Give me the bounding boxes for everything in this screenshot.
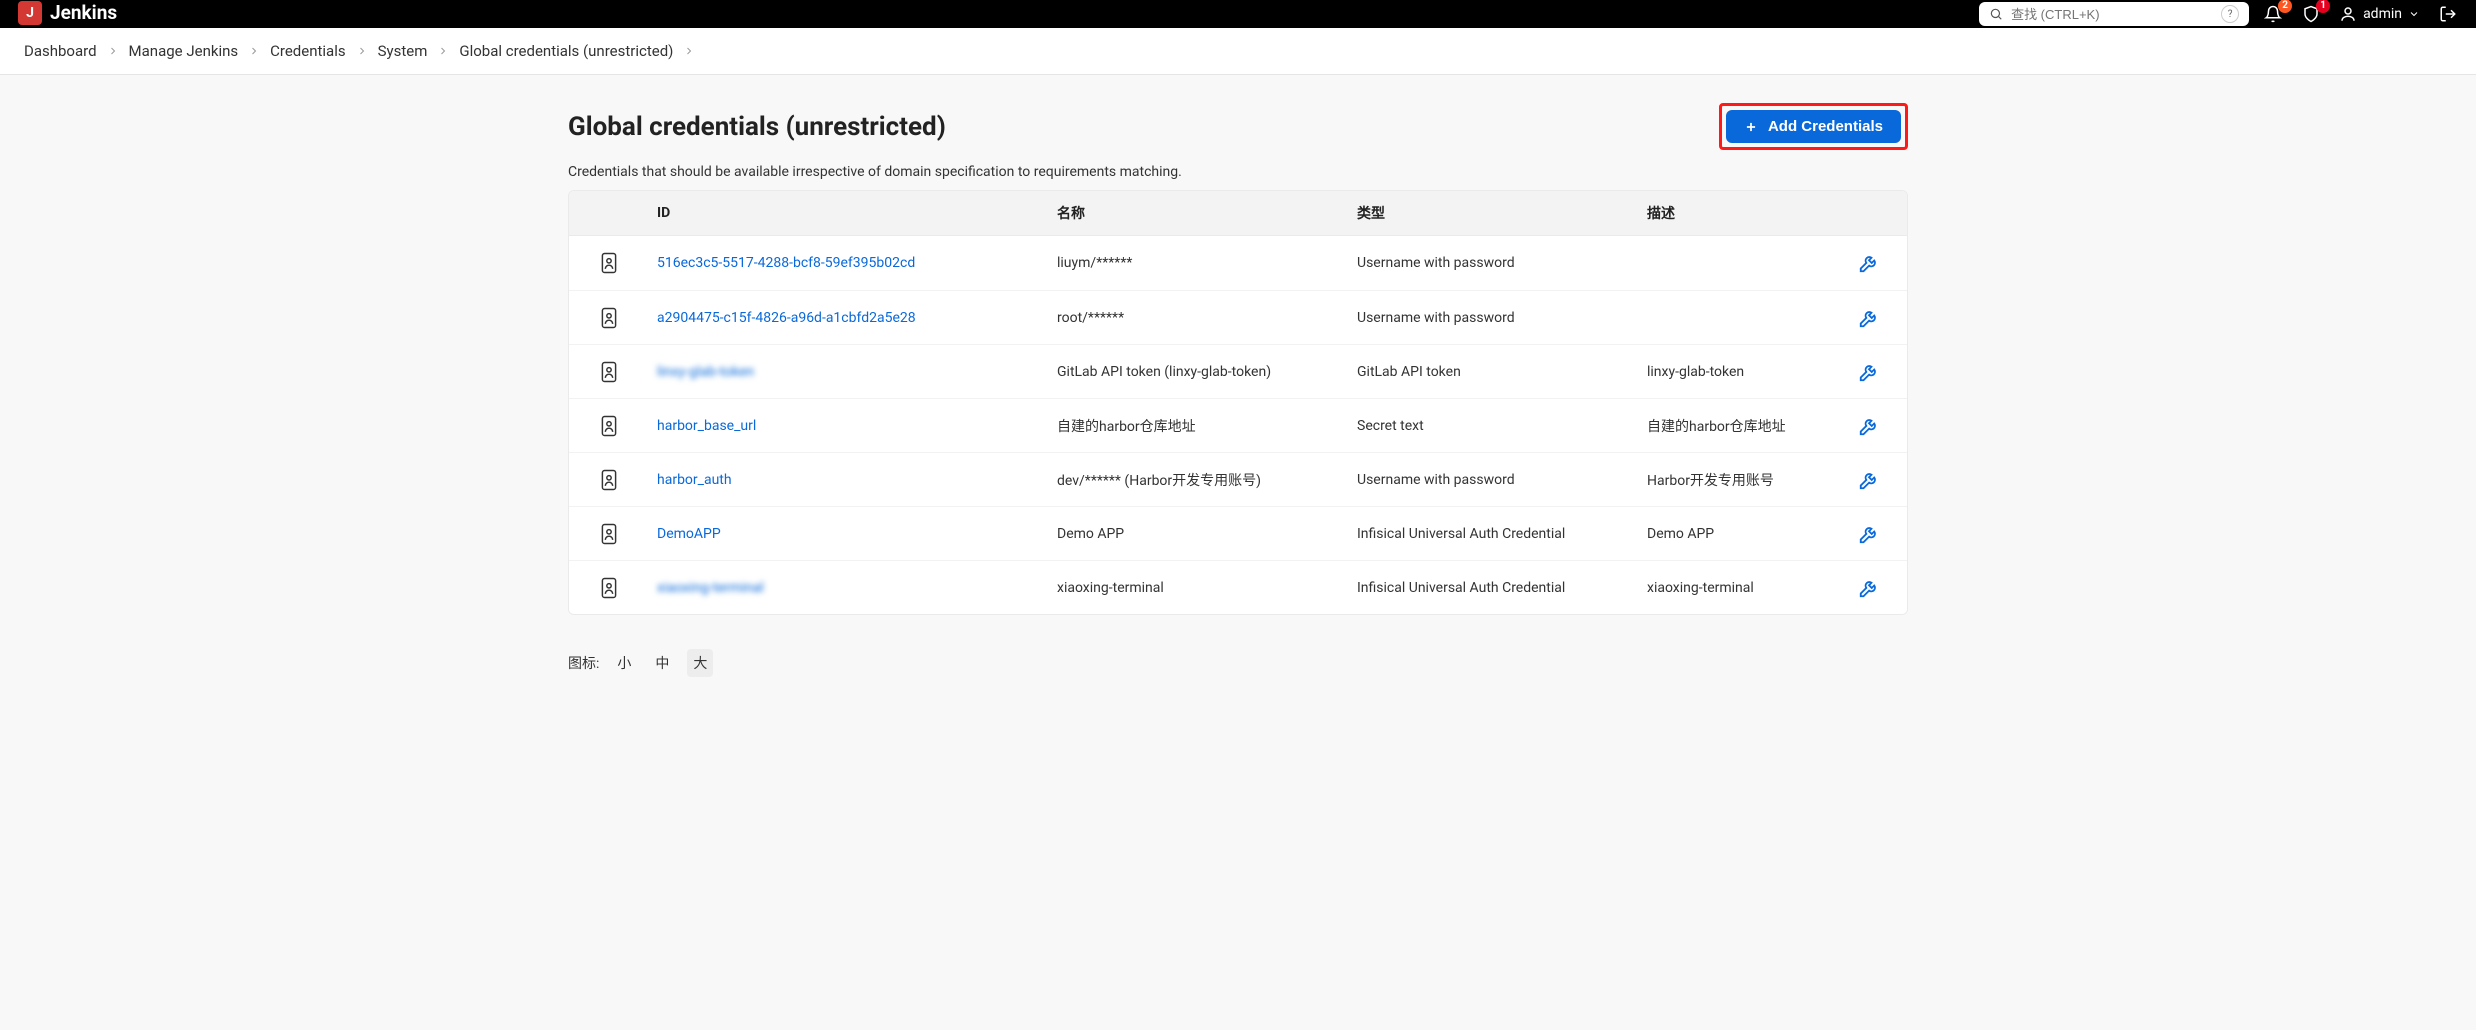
col-desc: 描述 <box>1639 203 1839 223</box>
chevron-right-icon <box>683 45 695 57</box>
table-row: 516ec3c5-5517-4288-bcf8-59ef395b02cd liuy… <box>569 236 1907 290</box>
size-medium[interactable]: 中 <box>649 649 675 677</box>
breadcrumb: Dashboard Manage Jenkins Credentials Sys… <box>0 28 2476 75</box>
add-credentials-label: Add Credentials <box>1768 118 1883 135</box>
credential-icon <box>569 415 649 437</box>
credential-icon <box>569 252 649 274</box>
credential-type: Infisical Universal Auth Credential <box>1349 526 1639 542</box>
credential-icon <box>569 469 649 491</box>
notif-badge: 2 <box>2278 0 2292 13</box>
title-row: Global credentials (unrestricted) Add Cr… <box>568 103 1908 150</box>
credential-id-link[interactable]: 516ec3c5-5517-4288-bcf8-59ef395b02cd <box>657 255 915 271</box>
logout-icon[interactable] <box>2438 4 2458 24</box>
add-credentials-button[interactable]: Add Credentials <box>1726 110 1901 143</box>
credential-name: GitLab API token (linxy-glab-token) <box>1049 364 1349 380</box>
user-icon <box>2339 5 2357 23</box>
search-hint-icon: ? <box>2221 5 2239 23</box>
table-body: 516ec3c5-5517-4288-bcf8-59ef395b02cd liuy… <box>569 236 1907 614</box>
credential-type: Username with password <box>1349 310 1639 326</box>
plus-icon <box>1744 120 1758 134</box>
topbar: J Jenkins ? 2 1 admin <box>0 0 2476 28</box>
table-row: linxy-glab-token GitLab API token (linxy-… <box>569 344 1907 398</box>
credential-name: liuym/****** <box>1049 255 1349 271</box>
credential-type: Username with password <box>1349 255 1639 271</box>
credential-desc: linxy-glab-token <box>1639 364 1839 380</box>
credential-type: Secret text <box>1349 418 1639 434</box>
col-type: 类型 <box>1349 203 1639 223</box>
credential-id-link[interactable]: linxy-glab-token <box>657 364 754 380</box>
chevron-right-icon <box>356 45 368 57</box>
icon-size-picker: 图标: 小 中 大 <box>568 649 1908 677</box>
credential-desc: xiaoxing-terminal <box>1639 580 1839 596</box>
page: Global credentials (unrestricted) Add Cr… <box>568 75 1908 717</box>
table-header: ID 名称 类型 描述 <box>569 191 1907 236</box>
credential-id-link[interactable]: harbor_base_url <box>657 418 756 434</box>
search-icon <box>1989 7 2003 21</box>
chevron-right-icon <box>107 45 119 57</box>
chevron-right-icon <box>248 45 260 57</box>
credential-name: root/****** <box>1049 310 1349 326</box>
credential-type: Infisical Universal Auth Credential <box>1349 580 1639 596</box>
search-box[interactable]: ? <box>1979 2 2249 26</box>
topbar-icons: 2 1 admin <box>2263 4 2458 24</box>
credential-icon <box>569 307 649 329</box>
credential-icon <box>569 361 649 383</box>
table-row: a2904475-c15f-4826-a96d-a1cbfd2a5e28 root… <box>569 290 1907 344</box>
size-small[interactable]: 小 <box>611 649 637 677</box>
chevron-down-icon <box>2408 8 2420 20</box>
configure-icon[interactable] <box>1839 361 1899 383</box>
page-description: Credentials that should be available irr… <box>568 164 1908 180</box>
alert-badge: 1 <box>2316 0 2330 13</box>
col-id: ID <box>649 205 1049 221</box>
crumb-global[interactable]: Global credentials (unrestricted) <box>459 42 673 60</box>
user-label: admin <box>2363 6 2402 22</box>
credential-name: Demo APP <box>1049 526 1349 542</box>
credential-desc: Harbor开发专用账号 <box>1639 470 1839 490</box>
configure-icon[interactable] <box>1839 469 1899 491</box>
credential-name: xiaoxing-terminal <box>1049 580 1349 596</box>
credential-id-link[interactable]: xiaoxing-terminal <box>657 580 764 596</box>
col-name: 名称 <box>1049 203 1349 223</box>
crumb-manage[interactable]: Manage Jenkins <box>129 42 239 60</box>
page-title: Global credentials (unrestricted) <box>568 112 946 142</box>
credential-type: GitLab API token <box>1349 364 1639 380</box>
configure-icon[interactable] <box>1839 523 1899 545</box>
icon-size-label: 图标: <box>568 653 599 673</box>
configure-icon[interactable] <box>1839 415 1899 437</box>
credential-type: Username with password <box>1349 472 1639 488</box>
chevron-right-icon <box>437 45 449 57</box>
shield-icon[interactable]: 1 <box>2301 4 2321 24</box>
table-row: harbor_auth dev/****** (Harbor开发专用账号)User… <box>569 452 1907 506</box>
size-large[interactable]: 大 <box>687 649 713 677</box>
credential-name: dev/****** (Harbor开发专用账号) <box>1049 470 1349 490</box>
configure-icon[interactable] <box>1839 307 1899 329</box>
credential-id-link[interactable]: DemoAPP <box>657 526 721 542</box>
credential-id-link[interactable]: a2904475-c15f-4826-a96d-a1cbfd2a5e28 <box>657 310 916 326</box>
configure-icon[interactable] <box>1839 577 1899 599</box>
crumb-credentials[interactable]: Credentials <box>270 42 345 60</box>
credential-icon <box>569 577 649 599</box>
credential-id-link[interactable]: harbor_auth <box>657 472 732 488</box>
credentials-table: ID 名称 类型 描述 516ec3c5-5517-4288-bcf8-59ef… <box>568 190 1908 615</box>
brand-text: Jenkins <box>50 1 117 24</box>
table-row: xiaoxing-terminalxiaoxing-terminalInfisi… <box>569 560 1907 614</box>
credential-desc: 自建的harbor仓库地址 <box>1639 416 1839 436</box>
crumb-system[interactable]: System <box>378 42 428 60</box>
crumb-dashboard[interactable]: Dashboard <box>24 42 97 60</box>
credential-icon <box>569 523 649 545</box>
configure-icon[interactable] <box>1839 252 1899 274</box>
credential-name: 自建的harbor仓库地址 <box>1049 416 1349 436</box>
bell-icon[interactable]: 2 <box>2263 4 2283 24</box>
user-menu[interactable]: admin <box>2339 5 2420 23</box>
search-input[interactable] <box>2011 7 2213 22</box>
credential-desc: Demo APP <box>1639 526 1839 542</box>
brand[interactable]: J Jenkins <box>18 1 117 25</box>
table-row: DemoAPP Demo APPInfisical Universal Auth … <box>569 506 1907 560</box>
table-row: harbor_base_url 自建的harbor仓库地址Secret text自… <box>569 398 1907 452</box>
add-credentials-highlight: Add Credentials <box>1719 103 1908 150</box>
jenkins-logo-icon: J <box>18 1 42 25</box>
